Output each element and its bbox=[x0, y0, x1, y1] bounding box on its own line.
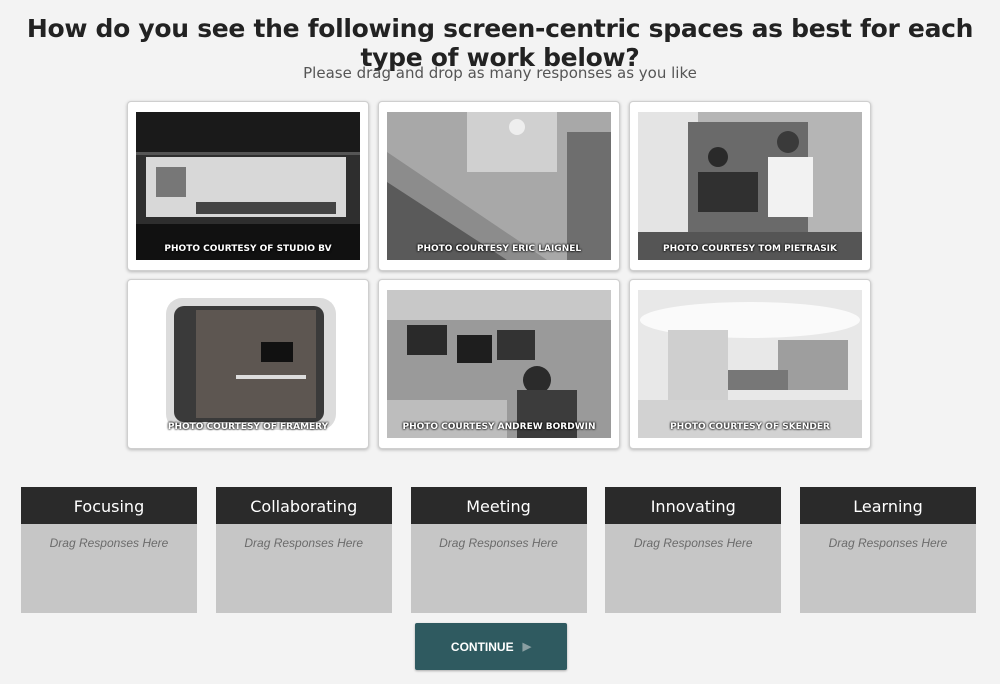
drop-hint: Drag Responses Here bbox=[828, 536, 948, 550]
zone-header: Collaborating bbox=[215, 487, 392, 524]
photo-credit: PHOTO COURTESY OF STUDIO BV bbox=[164, 244, 332, 254]
drop-zone-learning[interactable]: Learning Drag Responses Here bbox=[800, 487, 976, 613]
photo-credit: PHOTO COURTESY TOM PIETRASIK bbox=[662, 244, 838, 254]
drop-hint: Drag Responses Here bbox=[633, 536, 753, 550]
drop-hint: Drag Responses Here bbox=[439, 536, 558, 550]
photo-credit: PHOTO COURTESY ANDREW BORDWIN bbox=[402, 422, 596, 432]
zone-header: Learning bbox=[800, 487, 976, 524]
drop-hint: Drag Responses Here bbox=[244, 536, 364, 550]
bright-lounge-photo: PHOTO COURTESY OF SKENDER bbox=[638, 290, 862, 438]
office-meeting-room-photo: PHOTO COURTESY OF STUDIO BV bbox=[136, 112, 360, 260]
zone-header: Innovating bbox=[605, 487, 782, 524]
drop-zone-focusing[interactable]: Focusing Drag Responses Here bbox=[21, 487, 197, 613]
zone-drop-area[interactable]: Drag Responses Here bbox=[800, 524, 976, 613]
zone-header: Meeting bbox=[410, 487, 587, 524]
phone-booth-pod-photo: PHOTO COURTESY OF FRAMERY bbox=[136, 290, 360, 438]
continue-button[interactable]: CONTINUE ▶ bbox=[415, 623, 567, 670]
zone-drop-area[interactable]: Drag Responses Here bbox=[215, 524, 392, 613]
response-card-tom-pietrasik[interactable]: PHOTO COURTESY TOM PIETRASIK bbox=[629, 101, 871, 271]
response-card-studio-bv[interactable]: PHOTO COURTESY OF STUDIO BV bbox=[127, 101, 369, 271]
drop-zone-innovating[interactable]: Innovating Drag Responses Here bbox=[605, 487, 782, 613]
open-office-desks-photo: PHOTO COURTESY ANDREW BORDWIN bbox=[387, 290, 611, 438]
zone-header: Focusing bbox=[21, 487, 197, 524]
drop-zone-meeting[interactable]: Meeting Drag Responses Here bbox=[410, 487, 587, 613]
drop-zone-collaborating[interactable]: Collaborating Drag Responses Here bbox=[215, 487, 392, 613]
zone-drop-area[interactable]: Drag Responses Here bbox=[21, 524, 197, 613]
zone-drop-area[interactable]: Drag Responses Here bbox=[605, 524, 782, 613]
photo-credit: PHOTO COURTESY ERIC LAIGNEL bbox=[416, 244, 582, 254]
response-card-andrew-bordwin[interactable]: PHOTO COURTESY ANDREW BORDWIN bbox=[378, 279, 620, 449]
continue-label: CONTINUE bbox=[450, 639, 514, 654]
response-card-framery[interactable]: PHOTO COURTESY OF FRAMERY bbox=[127, 279, 369, 449]
drop-hint: Drag Responses Here bbox=[49, 536, 169, 550]
play-icon: ▶ bbox=[522, 641, 532, 653]
zone-drop-area[interactable]: Drag Responses Here bbox=[410, 524, 587, 613]
response-card-skender[interactable]: PHOTO COURTESY OF SKENDER bbox=[629, 279, 871, 449]
response-card-eric-laignel[interactable]: PHOTO COURTESY ERIC LAIGNEL bbox=[378, 101, 620, 271]
lounge-booth-photo: PHOTO COURTESY TOM PIETRASIK bbox=[638, 112, 862, 260]
category-drop-zones: Focusing Drag Responses Here Collaborati… bbox=[21, 487, 976, 613]
stepped-seating-photo: PHOTO COURTESY ERIC LAIGNEL bbox=[387, 112, 611, 260]
question-instruction: Please drag and drop as many responses a… bbox=[303, 64, 697, 82]
response-grid: PHOTO COURTESY OF STUDIO BV PHOTO COURTE… bbox=[127, 101, 871, 449]
photo-credit: PHOTO COURTESY OF FRAMERY bbox=[167, 422, 329, 432]
photo-credit: PHOTO COURTESY OF SKENDER bbox=[670, 422, 830, 432]
